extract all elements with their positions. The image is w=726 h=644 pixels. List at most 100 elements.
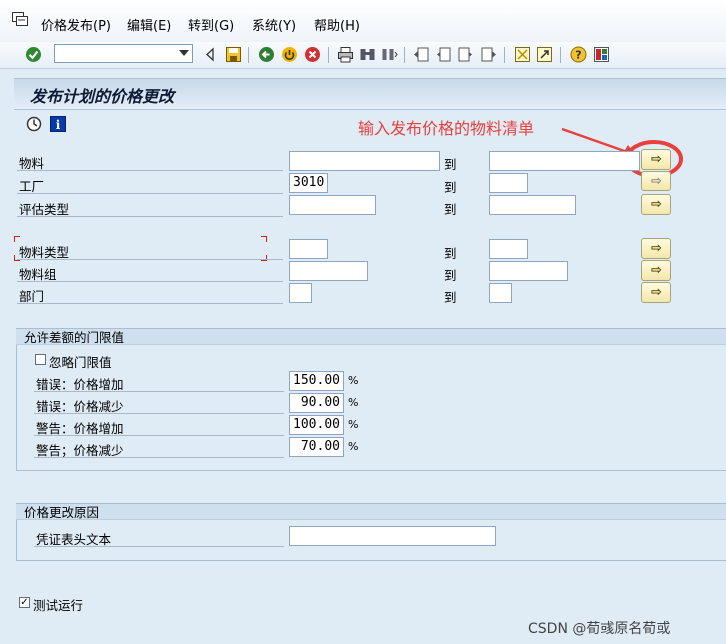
menu-goto[interactable]: 转到(G) [188,15,234,34]
last-page-icon[interactable] [480,46,497,63]
arrow-right-icon: ⇨ [651,285,662,300]
label-underline [17,216,283,217]
first-page-icon[interactable] [413,46,430,63]
svg-text:i: i [56,118,61,132]
warning-increase-input[interactable]: 100.00 [289,415,344,435]
label-underline [34,413,284,414]
percent-unit: % [348,440,359,453]
find-icon[interactable] [359,46,376,63]
percent-unit: % [348,396,359,409]
save-icon[interactable] [225,46,242,63]
toolbar-separator [248,47,249,63]
label-underline [17,259,283,260]
label-underline [17,303,283,304]
group-frame [16,560,726,561]
to-label: 到 [444,180,457,195]
test-run-checkbox[interactable]: ✓ [19,597,30,608]
valuation-type-from-input[interactable] [289,195,376,215]
page-title: 发布计划的价格更改 [30,87,175,106]
material-from-input[interactable] [289,151,440,171]
valuation-type-to-input[interactable] [489,195,576,215]
warning-decrease-input[interactable]: 70.00 [289,437,344,457]
material-group-multiple-selection-button[interactable]: ⇨ [641,260,671,281]
ignore-thresholds-label: 忽略门限值 [49,355,112,370]
label-underline [17,193,283,194]
next-page-icon[interactable] [457,46,474,63]
label-underline [34,457,284,458]
arrow-right-icon: ⇨ [651,263,662,278]
focus-bracket [261,236,267,242]
to-label: 到 [444,290,457,305]
error-increase-input[interactable]: 150.00 [289,371,344,391]
material-group-to-input[interactable] [489,261,568,281]
execute-icon[interactable] [26,116,42,132]
material-type-to-input[interactable] [489,239,528,259]
print-icon[interactable] [337,46,354,63]
group-frame [16,520,17,560]
previous-page-icon[interactable] [435,46,452,63]
doc-header-text-input[interactable] [289,526,496,546]
plant-from-input[interactable]: 3010 [289,173,328,193]
cancel-icon[interactable] [304,46,321,63]
division-multiple-selection-button[interactable]: ⇨ [641,282,671,303]
toolbar-separator [328,47,329,63]
valuation-type-multiple-selection-button[interactable]: ⇨ [641,194,671,215]
group-frame [16,345,17,470]
watermark: CSDN @荀彧原名荀或 [528,621,671,637]
material-group-from-input[interactable] [289,261,368,281]
focus-bracket [261,255,267,261]
label-underline [34,391,284,392]
new-session-icon[interactable] [514,46,531,63]
material-to-input[interactable] [489,151,640,171]
group-frame [16,470,726,471]
to-label: 到 [444,157,457,172]
menu-system[interactable]: 系统(Y) [252,15,296,34]
chevron-down-icon[interactable] [179,50,189,56]
arrow-right-icon: ⇨ [651,241,662,256]
arrow-right-icon: ⇨ [651,174,662,189]
arrow-right-icon: ⇨ [651,197,662,212]
label-underline [34,435,284,436]
standard-toolbar: ? [0,42,726,69]
menu-edit[interactable]: 编辑(E) [127,15,171,34]
screen-title-bar: 发布计划的价格更改 [14,78,726,110]
menu-bar: 价格发布(P) 编辑(E) 转到(G) 系统(Y) 帮助(H) [0,0,726,43]
find-next-icon[interactable] [381,46,398,63]
tolerance-group-header: 允许差额的门限值 [16,328,726,345]
division-from-input[interactable] [289,283,312,303]
enter-check-icon[interactable] [25,46,42,63]
annotation-text: 输入发布价格的物料清单 [358,119,535,138]
material-multiple-selection-button[interactable]: ⇨ [641,149,671,170]
menu-help[interactable]: 帮助(H) [314,15,360,34]
collapse-left-icon[interactable] [204,46,216,63]
svg-text:?: ? [575,49,581,62]
help-icon[interactable]: ? [570,46,587,63]
label-underline [34,546,284,547]
plant-multiple-selection-button[interactable]: ⇨ [641,171,671,191]
material-type-from-input[interactable] [289,239,328,259]
percent-unit: % [348,374,359,387]
error-decrease-input[interactable]: 90.00 [289,393,344,413]
menu-price-release[interactable]: 价格发布(P) [41,15,111,34]
label-underline [17,281,283,282]
ignore-thresholds-checkbox[interactable] [35,354,46,365]
shortcut-icon[interactable] [536,46,553,63]
division-to-input[interactable] [489,283,512,303]
toolbar-separator [560,47,561,63]
label-underline [17,170,283,171]
to-label: 到 [444,202,457,217]
command-field[interactable] [54,44,193,63]
test-run-label: 测试运行 [33,598,84,613]
back-icon[interactable] [258,46,275,63]
to-label: 到 [444,268,457,283]
arrow-right-icon: ⇨ [651,152,662,167]
toolbar-separator [504,47,505,63]
system-menu-icon[interactable] [12,12,28,26]
material-type-multiple-selection-button[interactable]: ⇨ [641,238,671,259]
toolbar-separator [404,47,405,63]
to-label: 到 [444,246,457,261]
information-icon[interactable]: i [50,116,66,132]
exit-icon[interactable] [281,46,298,63]
plant-to-input[interactable] [489,173,528,193]
layout-settings-icon[interactable] [593,46,610,63]
